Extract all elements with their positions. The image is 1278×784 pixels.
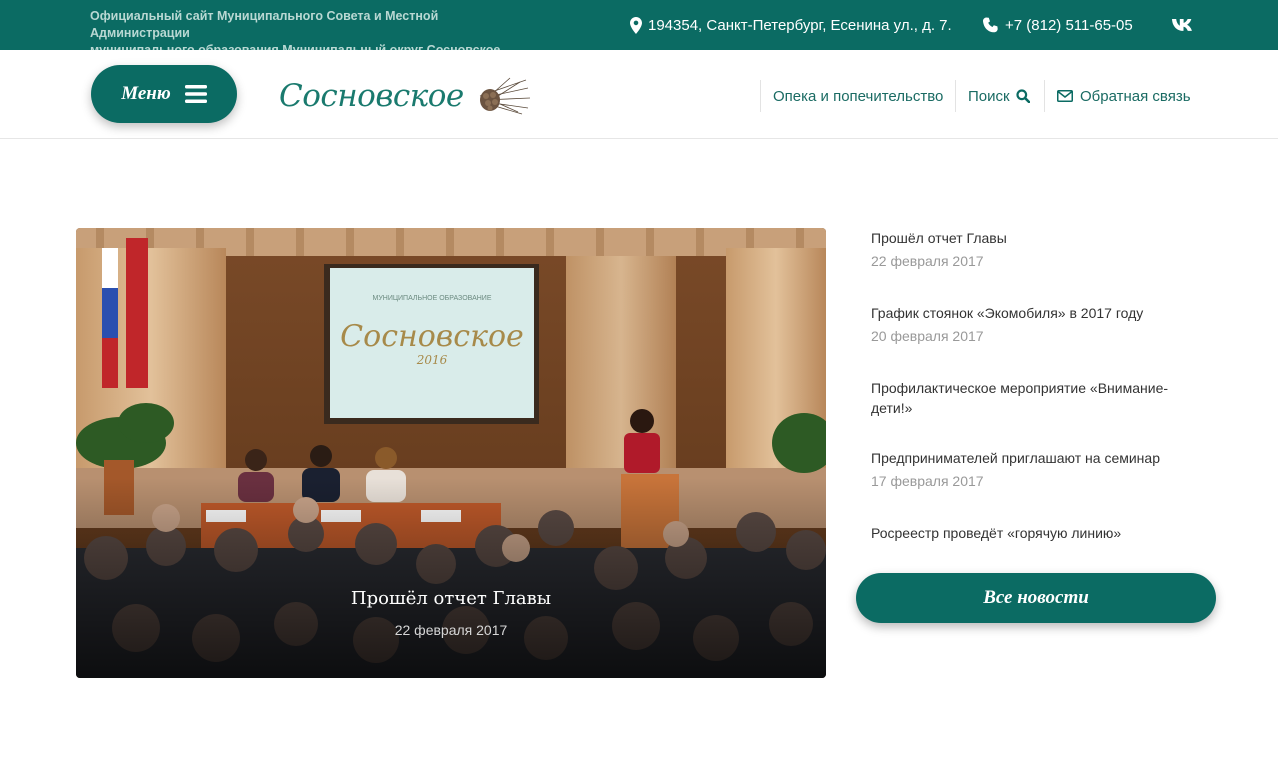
nav-feedback[interactable]: Обратная связь bbox=[1057, 80, 1191, 112]
featured-news-date: 22 февраля 2017 bbox=[394, 622, 508, 638]
news-item[interactable]: Предпринимателей приглашают на семинар 1… bbox=[871, 448, 1201, 489]
nav-guardianship[interactable]: Опека и попечительство bbox=[773, 80, 943, 112]
news-item-title[interactable]: Росреестр проведёт «горячую линию» bbox=[871, 523, 1201, 543]
header-nav: Опека и попечительство Поиск Обратная св… bbox=[0, 80, 1278, 112]
screen-title: Сосновское bbox=[340, 319, 524, 354]
header: Меню Сосновское Опека и попечительство П… bbox=[0, 50, 1278, 139]
address: 194354, Санкт-Петербург, Есенина ул., д.… bbox=[630, 0, 952, 50]
news-item-title[interactable]: Профилактическое мероприятие «Внимание-д… bbox=[871, 378, 1181, 418]
featured-news[interactable]: МУНИЦИПАЛЬНОЕ ОБРАЗОВАНИЕ Сосновское 201… bbox=[76, 228, 826, 678]
featured-news-title[interactable]: Прошёл отчет Главы bbox=[76, 588, 826, 609]
envelope-icon bbox=[1057, 90, 1073, 102]
news-item-date: 20 февраля 2017 bbox=[871, 328, 984, 344]
news-item-title[interactable]: Прошёл отчет Главы bbox=[871, 228, 1201, 248]
news-item-date: 17 февраля 2017 bbox=[871, 473, 984, 489]
news-item[interactable]: Профилактическое мероприятие «Внимание-д… bbox=[871, 378, 1181, 418]
search-icon bbox=[1015, 89, 1030, 103]
featured-news-overlay bbox=[76, 478, 826, 678]
nav-divider bbox=[955, 80, 956, 112]
news-item-date: 22 февраля 2017 bbox=[871, 253, 984, 269]
site-description-line1: Официальный сайт Муниципального Совета и… bbox=[90, 9, 439, 40]
address-text: 194354, Санкт-Петербург, Есенина ул., д.… bbox=[648, 16, 952, 34]
news-item-title[interactable]: Предпринимателей приглашают на семинар bbox=[871, 448, 1201, 468]
phone-icon bbox=[983, 17, 998, 33]
phone-text: +7 (812) 511-65-05 bbox=[1005, 16, 1133, 34]
nav-search-label: Поиск bbox=[968, 87, 1010, 105]
all-news-button[interactable]: Все новости bbox=[856, 573, 1216, 623]
screen-year: 2016 bbox=[416, 353, 448, 367]
nav-divider bbox=[760, 80, 761, 112]
news-item[interactable]: Прошёл отчет Главы 22 февраля 2017 bbox=[871, 228, 1201, 269]
news-item[interactable]: Росреестр проведёт «горячую линию» bbox=[871, 523, 1201, 543]
top-bar: Официальный сайт Муниципального Совета и… bbox=[0, 0, 1278, 57]
news-item[interactable]: График стоянок «Экомобиля» в 2017 году 2… bbox=[871, 303, 1201, 344]
vk-icon[interactable] bbox=[1171, 17, 1195, 38]
phone[interactable]: +7 (812) 511-65-05 bbox=[983, 0, 1133, 50]
screen-caption: МУНИЦИПАЛЬНОЕ ОБРАЗОВАНИЕ bbox=[372, 295, 491, 302]
nav-feedback-label: Обратная связь bbox=[1080, 87, 1191, 105]
nav-guardianship-label: Опека и попечительство bbox=[773, 87, 944, 105]
news-item-title[interactable]: График стоянок «Экомобиля» в 2017 году bbox=[871, 303, 1201, 323]
nav-divider bbox=[1044, 80, 1045, 112]
nav-search[interactable]: Поиск bbox=[968, 80, 1030, 112]
map-pin-icon bbox=[630, 16, 642, 34]
